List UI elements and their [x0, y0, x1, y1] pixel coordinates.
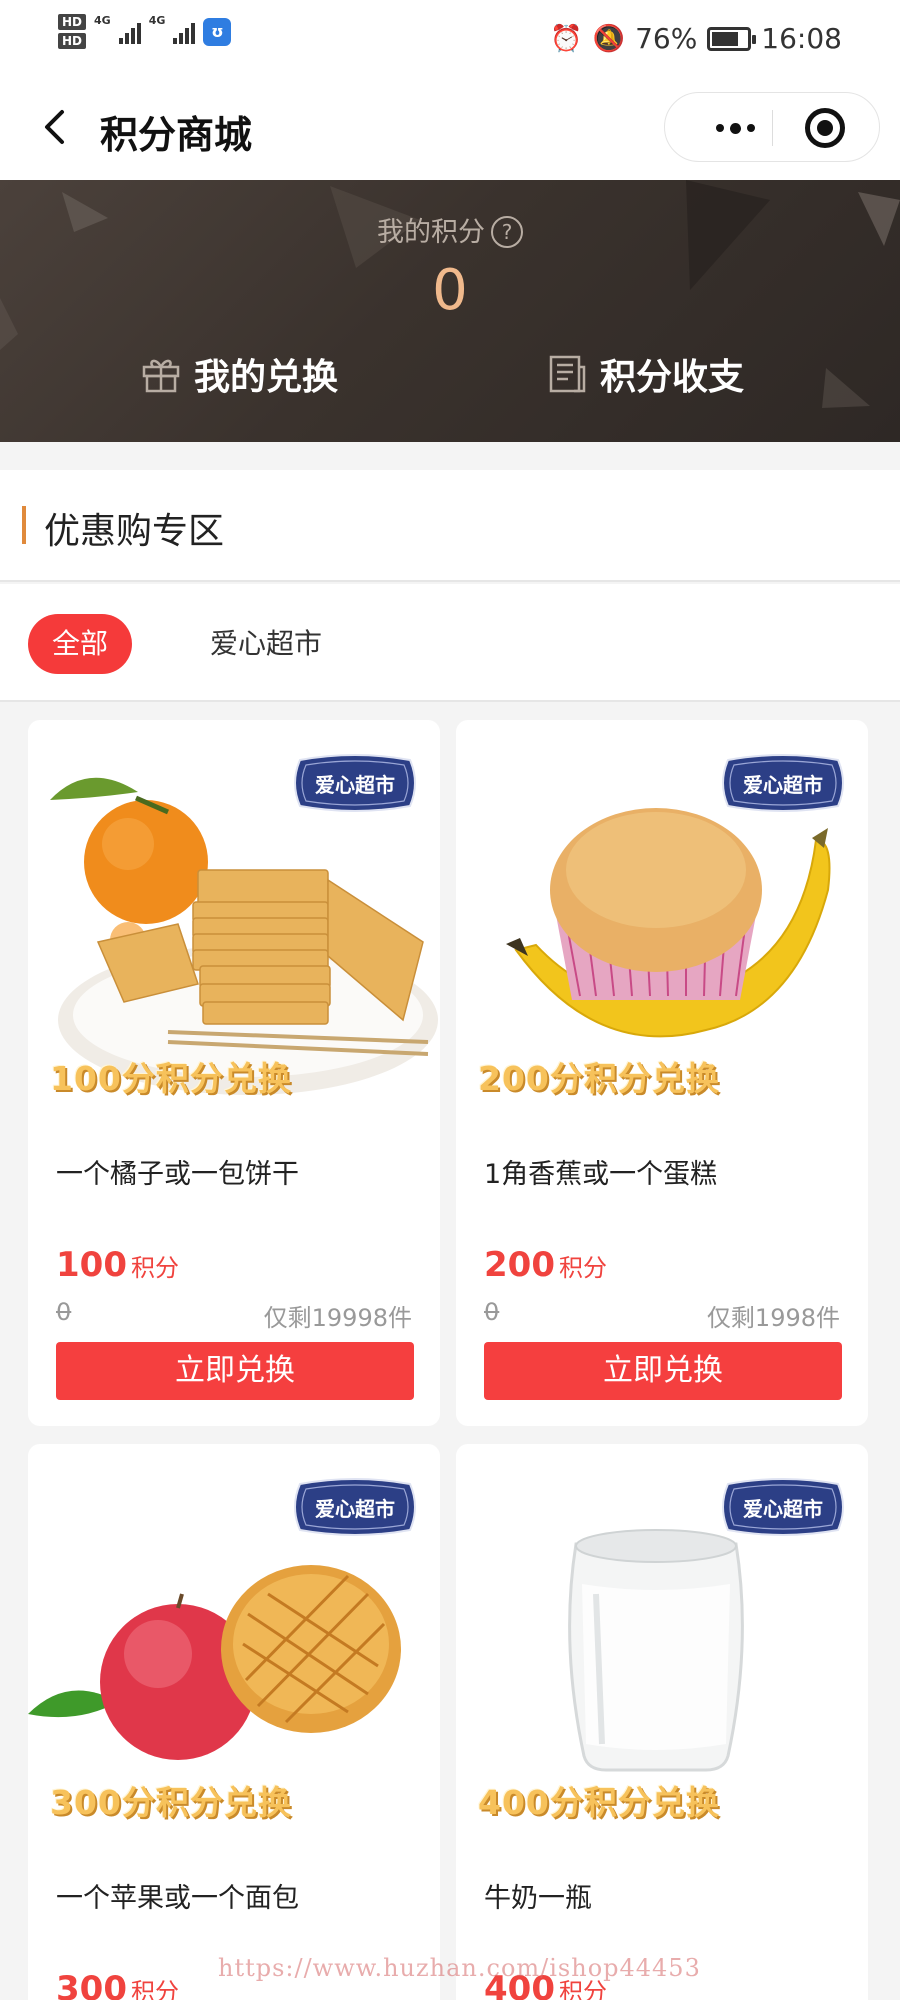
love-supermarket-badge: 爱心超市 — [722, 1478, 844, 1536]
love-supermarket-badge: 爱心超市 — [294, 1478, 416, 1536]
badge-text: 爱心超市 — [315, 773, 395, 797]
my-points-value: 0 — [432, 258, 468, 323]
nav-bar: 积分商城 — [0, 80, 900, 180]
help-icon[interactable]: ? — [491, 216, 523, 248]
section-header: 优惠购专区 — [0, 470, 900, 582]
miniprogram-capsule — [664, 92, 880, 162]
product-card[interactable]: 爱心超市 300分积分兑换 一个苹果或一个面包 300 积分 — [28, 1444, 440, 2000]
my-exchange-label: 我的兑换 — [194, 357, 339, 398]
hd1-label: HD — [58, 14, 87, 30]
badge-text: 爱心超市 — [743, 773, 823, 797]
badge-text: 爱心超市 — [315, 1497, 395, 1521]
stock-remaining: 仅剩1998件 — [706, 1304, 840, 1332]
clock: 16:08 — [761, 22, 842, 55]
redeem-button[interactable]: 立即兑换 — [56, 1342, 414, 1400]
product-name: 牛奶一瓶 — [484, 1883, 592, 1914]
hd2-label: HD — [58, 33, 87, 49]
ledger-icon — [549, 355, 586, 393]
product-price: 100 积分 — [56, 1245, 179, 1285]
price-number: 300 — [56, 1969, 127, 2000]
redeem-button[interactable]: 立即兑换 — [484, 1342, 842, 1400]
price-unit: 积分 — [130, 1254, 179, 1282]
page-title: 积分商城 — [100, 113, 253, 157]
promo-caption: 300分积分兑换 — [50, 1783, 292, 1822]
more-menu-icon[interactable] — [695, 93, 775, 163]
tab-love-supermarket[interactable]: 爱心超市 — [210, 614, 322, 674]
product-card[interactable]: 爱心超市 200分积分兑换 1角香蕉或一个蛋糕 200 积分 0 仅剩1998件 … — [456, 720, 868, 1426]
alarm-icon: ⏰ — [550, 23, 583, 54]
product-card[interactable]: 爱心超市 400分积分兑换 牛奶一瓶 400 积分 — [456, 1444, 868, 2000]
points-banner: 我的积分? 0 我的兑换 积分收支 — [0, 180, 900, 442]
original-price: 0 — [484, 1298, 500, 1326]
love-supermarket-badge: 爱心超市 — [294, 754, 416, 812]
my-points-label: 我的积分? — [0, 210, 900, 249]
price-unit: 积分 — [558, 1254, 607, 1282]
product-price: 200 积分 — [484, 1245, 607, 1285]
promo-caption: 200分积分兑换 — [478, 1059, 720, 1098]
filter-tabs: 全部 爱心超市 — [0, 584, 900, 702]
mute-bell-icon: 🔕 — [592, 23, 626, 54]
price-number: 100 — [56, 1245, 127, 1285]
battery-icon — [707, 26, 757, 51]
badge-text: 爱心超市 — [743, 1497, 823, 1521]
back-arrow-icon[interactable] — [30, 102, 80, 152]
love-supermarket-badge: 爱心超市 — [722, 754, 844, 812]
signal-icon — [173, 20, 196, 44]
signal-icon — [118, 20, 141, 44]
section-accent-bar — [22, 506, 26, 544]
product-name: 一个苹果或一个面包 — [56, 1883, 299, 1914]
net2-label: 4G — [148, 14, 166, 27]
status-bar: HD HD 4G 4G ʊ ⏰ 🔕 76% 16:08 — [0, 0, 900, 80]
net1-label: 4G — [94, 14, 111, 27]
section-title: 优惠购专区 — [44, 511, 225, 552]
points-ledger-label: 积分收支 — [600, 357, 745, 398]
price-unit: 积分 — [130, 1978, 179, 2000]
watermark: https://www.huzhan.com/ishop44453 — [218, 1954, 701, 1982]
points-ledger-button[interactable]: 积分收支 — [546, 348, 744, 400]
hd-indicator: HD HD — [58, 14, 87, 49]
product-card[interactable]: 爱心超市 100分积分兑换 一个橘子或一包饼干 100 积分 0 仅剩19998件… — [28, 720, 440, 1426]
stock-remaining: 仅剩19998件 — [263, 1304, 412, 1332]
original-price: 0 — [56, 1298, 72, 1326]
gift-icon — [142, 359, 180, 393]
tab-all[interactable]: 全部 — [28, 614, 132, 674]
product-name: 1角香蕉或一个蛋糕 — [484, 1159, 718, 1190]
app-notification-icon: ʊ — [203, 17, 232, 46]
promo-caption: 400分积分兑换 — [478, 1783, 720, 1822]
my-exchange-button[interactable]: 我的兑换 — [140, 348, 338, 400]
close-miniprogram-icon[interactable] — [805, 108, 845, 148]
product-name: 一个橘子或一包饼干 — [56, 1159, 299, 1190]
promo-caption: 100分积分兑换 — [50, 1059, 292, 1098]
product-price: 300 积分 — [56, 1969, 179, 2000]
battery-percent: 76% — [635, 22, 698, 55]
my-points-text: 我的积分 — [377, 217, 485, 248]
price-number: 200 — [484, 1245, 555, 1285]
capsule-divider — [772, 110, 773, 146]
